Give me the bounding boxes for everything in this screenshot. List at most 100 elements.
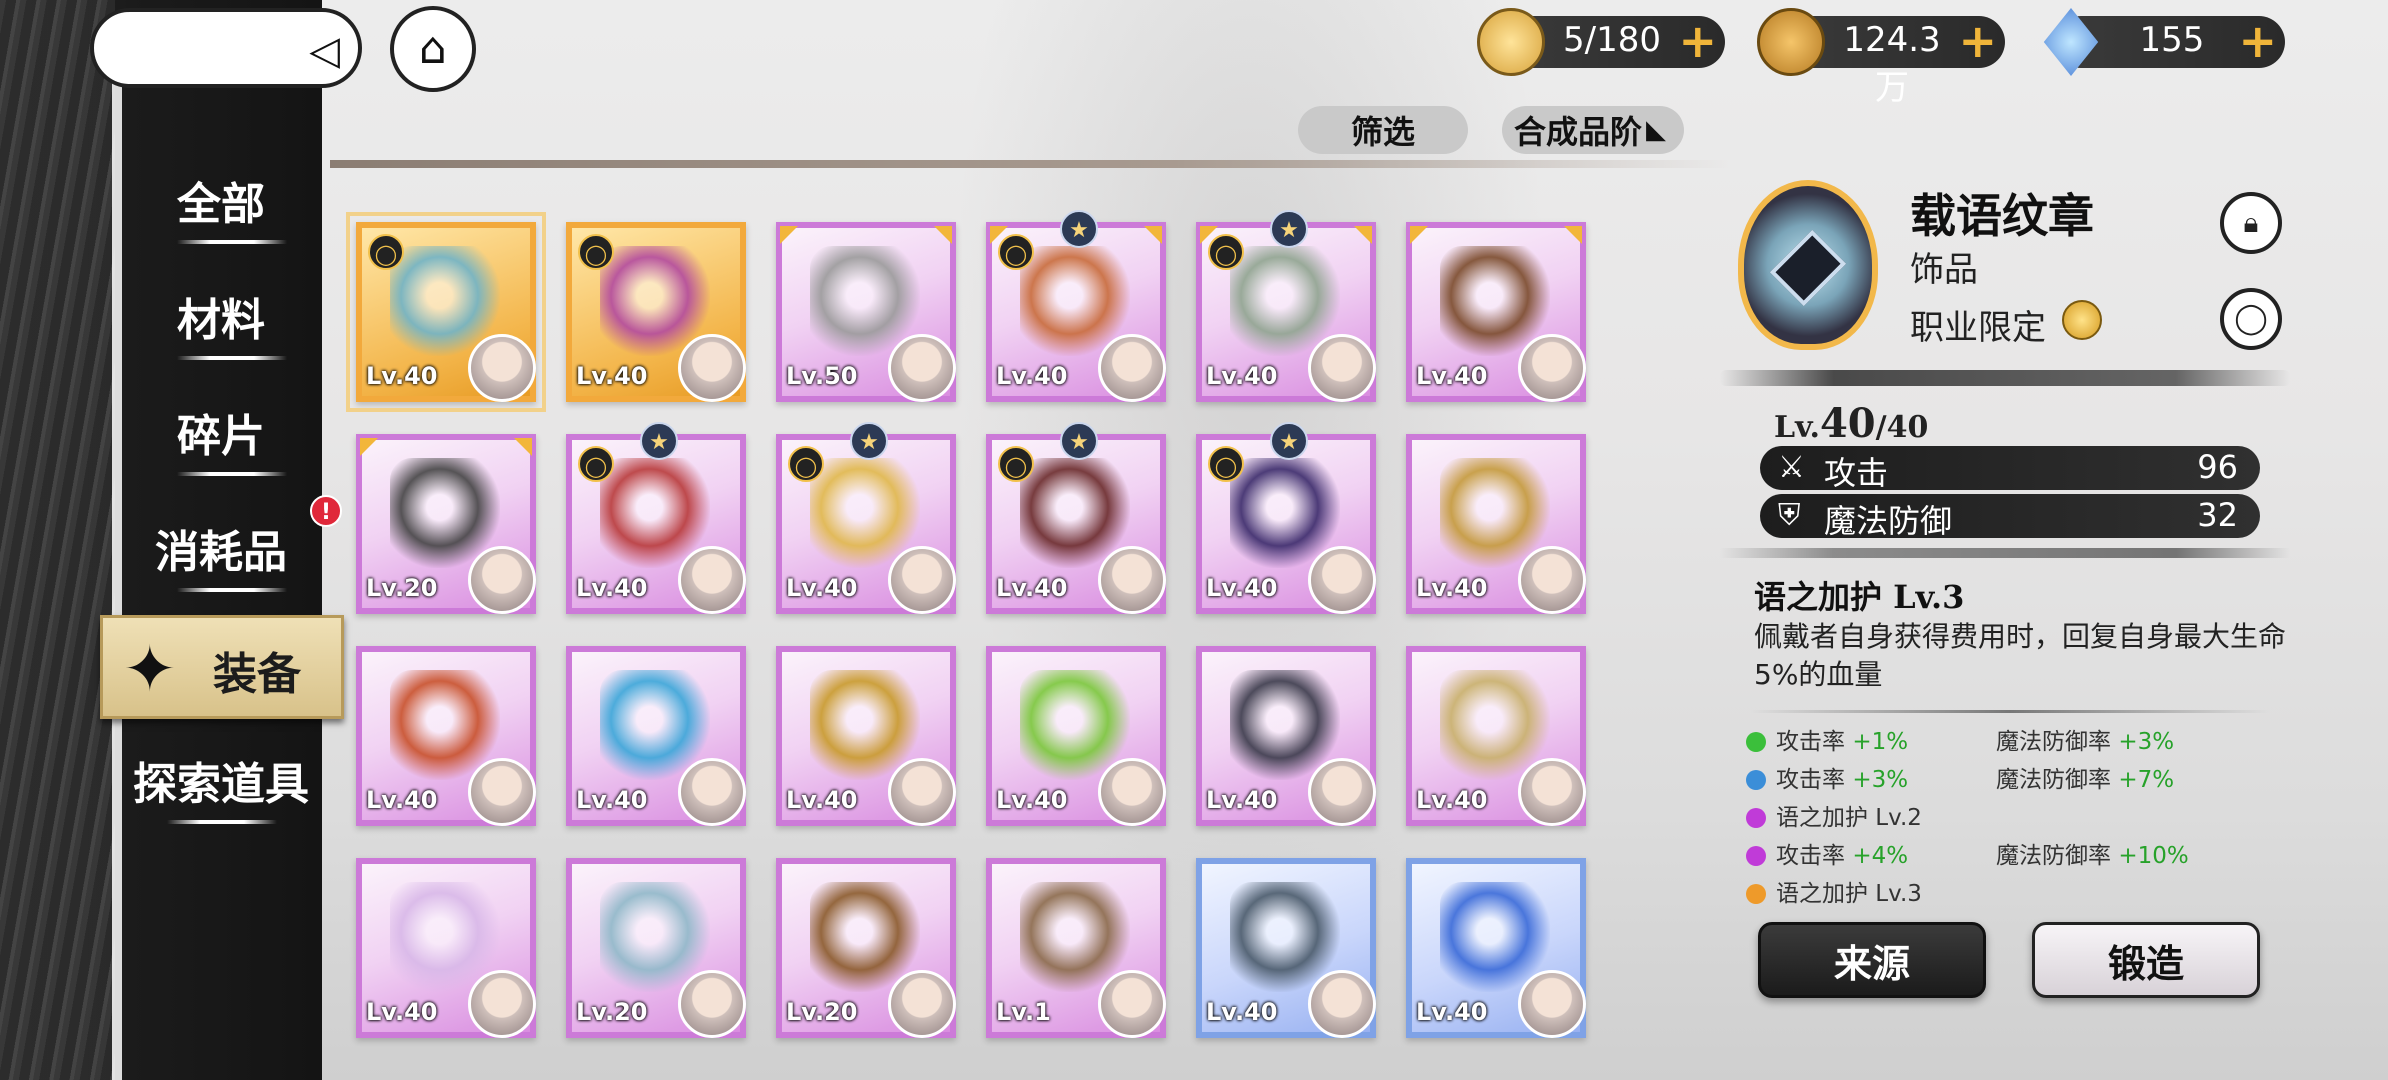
- level-max: /40: [1875, 410, 1929, 445]
- item-level: Lv.20: [576, 998, 648, 1026]
- character-avatar: [468, 546, 536, 614]
- source-button[interactable]: 来源: [1758, 922, 1986, 998]
- substat-left: 攻击率 +1%: [1746, 722, 1908, 756]
- equipment-slot[interactable]: Lv.20: [776, 858, 956, 1038]
- item-level: Lv.40: [1206, 998, 1278, 1026]
- sidebar-item-exploration-items[interactable]: 探索道具: [112, 730, 330, 830]
- lock-icon: ◯: [788, 446, 824, 482]
- brush-divider: [1720, 370, 2290, 386]
- substat-name: 语之加护 Lv.3: [1776, 881, 1922, 907]
- character-avatar: [1518, 970, 1586, 1038]
- rarity-corner: [934, 226, 952, 244]
- equipment-slot[interactable]: Lv.40: [1406, 434, 1586, 614]
- substat-value: +3%: [2118, 729, 2175, 755]
- share-button[interactable]: ◯: [2220, 288, 2282, 350]
- item-level: Lv.40: [1416, 786, 1488, 814]
- character-avatar: [888, 546, 956, 614]
- forge-button[interactable]: 锻造: [2032, 922, 2260, 998]
- equipment-slot[interactable]: Lv.40: [1196, 858, 1376, 1038]
- sort-dropdown[interactable]: 合成品阶 ◣: [1502, 106, 1684, 154]
- divider: [177, 356, 287, 360]
- sidebar-item-label: 装备: [213, 649, 301, 700]
- item-level: Lv.50: [786, 362, 858, 390]
- equipment-slot[interactable]: Lv.40: [356, 858, 536, 1038]
- back-button[interactable]: ◁: [90, 8, 362, 88]
- add-gem-button[interactable]: +: [2238, 16, 2277, 66]
- equipment-slot[interactable]: Lv.40: [1196, 646, 1376, 826]
- star-badge-icon: ★: [850, 422, 888, 460]
- resource-gem: 155 +: [2043, 8, 2285, 76]
- stat-value: 32: [2197, 496, 2238, 534]
- add-stamina-button[interactable]: +: [1678, 16, 1717, 66]
- equipment-slot[interactable]: ◯ ★ Lv.40: [566, 422, 746, 614]
- stat-row-magic-defense: ⛨ 魔法防御 32: [1760, 494, 2260, 540]
- star-badge-icon: ★: [1270, 210, 1308, 248]
- equipment-slot[interactable]: ◯ Lv.40: [346, 212, 546, 412]
- lock-toggle-button[interactable]: 🔒︎: [2220, 192, 2282, 254]
- lock-icon: ◯: [368, 234, 404, 270]
- equipment-slot[interactable]: ◯ ★ Lv.40: [1196, 422, 1376, 614]
- equipment-slot[interactable]: ◯ ★ Lv.40: [1196, 210, 1376, 402]
- item-level: Lv.40: [366, 786, 438, 814]
- equipment-slot[interactable]: ◯ ★ Lv.40: [986, 422, 1166, 614]
- equipment-slot[interactable]: Lv.40: [566, 646, 746, 826]
- home-button[interactable]: ⌂: [390, 6, 476, 92]
- sidebar-item-label: 碎片: [177, 411, 265, 462]
- equipment-slot[interactable]: Lv.40: [986, 646, 1166, 826]
- equipment-slot[interactable]: Lv.40: [1406, 858, 1586, 1038]
- divider: [1750, 710, 2270, 713]
- equipment-type: 饰品: [1910, 250, 1978, 290]
- equipment-slot[interactable]: Lv.40: [1406, 222, 1586, 402]
- equipment-slot[interactable]: Lv.40: [1406, 646, 1586, 826]
- equipment-slot[interactable]: Lv.20: [356, 434, 536, 614]
- character-avatar: [1098, 970, 1166, 1038]
- add-gold-button[interactable]: +: [1958, 16, 1997, 66]
- sidebar-item-equipment[interactable]: ✦ 装备: [100, 615, 344, 719]
- equipment-slot[interactable]: Lv.40: [776, 646, 956, 826]
- character-avatar: [1518, 334, 1586, 402]
- substat-left: 攻击率 +4%: [1746, 836, 1908, 870]
- sidebar-item-label: 探索道具: [133, 759, 309, 810]
- substat-right: 魔法防御率 +3%: [1996, 722, 2174, 756]
- rarity-dot-icon: [1746, 770, 1766, 790]
- resource-stamina: 5/180 +: [1477, 8, 1725, 76]
- sidebar-item-consumables[interactable]: 消耗品: [122, 498, 320, 598]
- item-level: Lv.40: [366, 362, 438, 390]
- sidebar-item-all[interactable]: 全部: [122, 150, 320, 250]
- filter-button[interactable]: 筛选: [1298, 106, 1468, 154]
- character-avatar: [678, 758, 746, 826]
- item-level: Lv.40: [996, 362, 1068, 390]
- level-prefix: Lv.: [1774, 410, 1820, 445]
- sidebar-item-fragments[interactable]: 碎片: [122, 382, 320, 482]
- equipment-slot[interactable]: ◯ ★ Lv.40: [776, 422, 956, 614]
- substat-left: 攻击率 +3%: [1746, 760, 1908, 794]
- character-avatar: [1308, 546, 1376, 614]
- source-button-label: 来源: [1833, 940, 1910, 986]
- character-avatar: [1518, 758, 1586, 826]
- rarity-corner: [360, 438, 378, 456]
- item-level: Lv.40: [996, 786, 1068, 814]
- sort-label: 合成品阶: [1514, 113, 1643, 151]
- lock-icon: ◯: [578, 234, 614, 270]
- character-avatar: [1518, 546, 1586, 614]
- rarity-corner: [1564, 226, 1582, 244]
- substat-right: 魔法防御率 +10%: [1996, 836, 2189, 870]
- shield-icon: ⛨: [1778, 498, 1801, 533]
- resource-value: 155: [2139, 20, 2205, 60]
- equipment-slot[interactable]: Lv.20: [566, 858, 746, 1038]
- sidebar-item-materials[interactable]: 材料: [122, 266, 320, 366]
- equipment-slot[interactable]: Lv.40: [356, 646, 536, 826]
- character-avatar: [888, 758, 956, 826]
- equipment-slot[interactable]: Lv.1: [986, 858, 1166, 1038]
- character-avatar: [468, 334, 536, 402]
- character-avatar: [678, 970, 746, 1038]
- equipment-slot[interactable]: ◯ ★ Lv.40: [986, 210, 1166, 402]
- equipment-slot[interactable]: ◯ Lv.40: [566, 222, 746, 402]
- lock-icon: ◯: [1208, 446, 1244, 482]
- item-level: Lv.40: [1206, 362, 1278, 390]
- class-emblem-icon[interactable]: [2062, 300, 2102, 340]
- rarity-corner: [1354, 226, 1372, 244]
- sort-arrow-icon: ◣: [1646, 115, 1667, 145]
- equipment-slot[interactable]: Lv.50: [776, 222, 956, 402]
- stat-name: 攻击: [1824, 454, 1889, 492]
